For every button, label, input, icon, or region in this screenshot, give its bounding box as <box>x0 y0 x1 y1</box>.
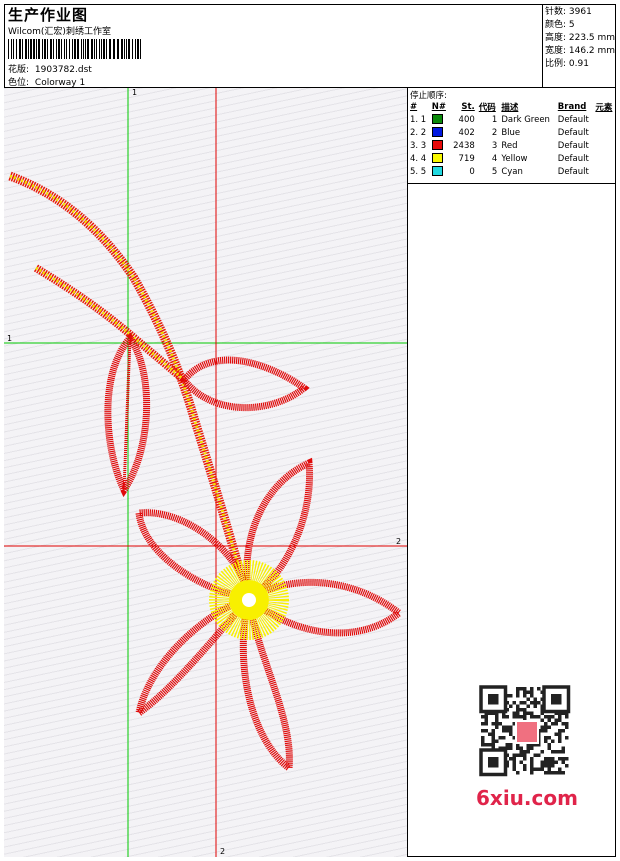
qr-code <box>471 683 581 779</box>
row-element <box>593 152 616 165</box>
leaf-left-vein <box>122 337 132 491</box>
stem-long <box>8 171 244 570</box>
colorway-value: Colorway 1 <box>34 78 86 88</box>
stat-height: 高度: 223.5 mm <box>545 33 616 43</box>
thread-table: # N# St. 代码 描述 Brand 元素 1. 1 400 1 Dark Gre… <box>408 100 616 178</box>
row-element <box>593 165 616 178</box>
company-name: Wilcom(汇宏)刺绣工作室 <box>8 27 111 37</box>
col-brand: Brand <box>557 101 587 112</box>
row-element <box>593 126 616 139</box>
leaf-right <box>179 356 310 412</box>
row-stitches: 402 <box>458 127 475 138</box>
row-code: 4 <box>491 153 498 164</box>
row-code: 1 <box>491 114 498 125</box>
table-row: 3. 3 2438 3 Red Default <box>408 139 616 152</box>
row-stitches: 719 <box>458 153 475 164</box>
stats-panel: 针数: 3961 颜色: 5 高度: 223.5 mm 宽度: 146.2 mm… <box>542 4 616 88</box>
header: 生产作业图 Wilcom(汇宏)刺绣工作室 花版: 1903782.dst 色位… <box>4 4 616 88</box>
color-swatch-box <box>431 153 443 164</box>
stat-width: 宽度: 146.2 mm <box>545 46 616 56</box>
row-brand: Default <box>557 127 589 138</box>
watermark-logo: 6xiu.com <box>476 786 578 810</box>
qr-code-graphic <box>479 685 571 777</box>
row-index: 3. 3 <box>410 140 427 151</box>
row-desc: Cyan <box>501 166 523 177</box>
color-swatch <box>430 152 450 165</box>
row-desc: Red <box>501 140 518 151</box>
color-swatch <box>430 139 450 152</box>
row-code: 2 <box>491 127 498 138</box>
row-desc: Blue <box>501 127 521 138</box>
row-stitches: 2438 <box>453 140 475 151</box>
stem-short <box>33 264 187 384</box>
row-brand: Default <box>557 166 589 177</box>
guide-label-top: 1 <box>132 88 138 97</box>
pattern-row: 花版: 1903782.dst <box>8 62 92 75</box>
design-canvas: 1 1 2 2 <box>4 88 408 857</box>
table-row: 5. 5 0 5 Cyan Default <box>408 165 616 178</box>
row-element <box>593 113 616 126</box>
colorway-row: 色位: Colorway 1 <box>8 75 85 88</box>
row-index: 5. 5 <box>410 166 427 177</box>
col-desc: 描述 <box>501 102 519 113</box>
row-index: 2. 2 <box>410 127 427 138</box>
row-stitches: 0 <box>469 166 475 177</box>
thread-table-header: # N# St. 代码 描述 Brand 元素 <box>408 100 616 113</box>
stat-scale: 比例: 0.91 <box>545 59 589 69</box>
row-code: 5 <box>491 166 498 177</box>
stat-colors: 颜色: 5 <box>545 20 575 30</box>
color-swatch-box <box>431 140 443 151</box>
col-index: # <box>410 101 418 112</box>
color-swatch <box>430 113 450 126</box>
stop-sequence-panel: 停止顺序: # N# St. 代码 描述 Brand 元素 1. 1 400 1 Da… <box>408 88 616 184</box>
color-swatch-box <box>431 114 443 125</box>
color-swatch-box <box>431 166 443 177</box>
page-title: 生产作业图 <box>8 6 89 24</box>
table-row: 4. 4 719 4 Yellow Default <box>408 152 616 165</box>
guide-label-bottom: 2 <box>220 847 226 856</box>
row-brand: Default <box>557 153 589 164</box>
row-desc: Dark Green <box>501 114 550 125</box>
row-desc: Yellow <box>501 153 528 164</box>
guide-label-left: 1 <box>7 334 13 343</box>
color-swatch <box>430 165 450 178</box>
col-stitches: St. <box>461 101 475 112</box>
row-index: 4. 4 <box>410 153 427 164</box>
petal-lower-left <box>133 590 261 722</box>
stat-stitches: 针数: 3961 <box>545 7 592 17</box>
barcode <box>8 39 141 59</box>
row-brand: Default <box>557 140 589 151</box>
row-code: 3 <box>491 140 498 151</box>
col-needle: N# <box>431 101 446 112</box>
row-stitches: 400 <box>458 114 475 125</box>
table-row: 2. 2 402 2 Blue Default <box>408 126 616 139</box>
color-swatch <box>430 126 450 139</box>
table-row: 1. 1 400 1 Dark Green Default <box>408 113 616 126</box>
pattern-label: 花版: <box>8 65 30 75</box>
pattern-value: 1903782.dst <box>34 65 92 75</box>
guide-label-right: 2 <box>396 537 402 546</box>
row-brand: Default <box>557 114 589 125</box>
row-index: 1. 1 <box>410 114 427 125</box>
stem-long-highlight <box>9 174 241 569</box>
colorway-label: 色位: <box>8 78 30 88</box>
row-element <box>593 139 616 152</box>
embroidery-preview <box>4 88 407 857</box>
col-code: 代码 <box>478 102 496 113</box>
color-swatch-box <box>431 127 443 138</box>
col-element: 元素 <box>595 102 613 113</box>
